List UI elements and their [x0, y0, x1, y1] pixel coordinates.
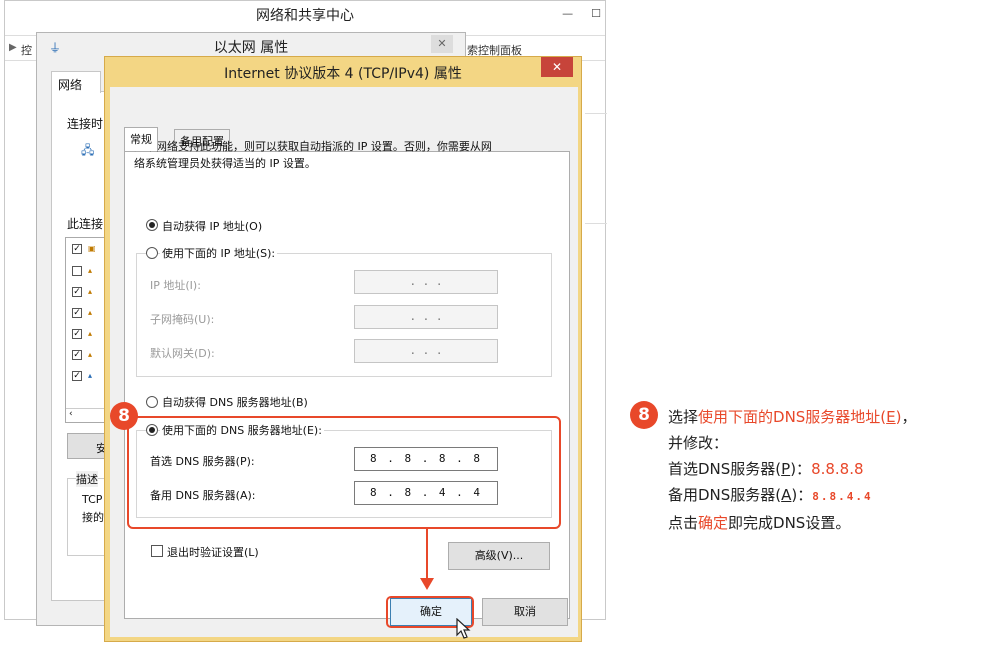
- window-controls: — ☐: [562, 7, 601, 20]
- dialog-title: Internet 协议版本 4 (TCP/IPv4) 属性: [224, 66, 462, 82]
- maximize-icon[interactable]: ☐: [591, 7, 601, 20]
- network-item-icon: ▴: [88, 350, 93, 359]
- divider: [585, 113, 607, 114]
- description-group: 描述 TCP 接的: [67, 471, 107, 556]
- minimize-icon[interactable]: —: [562, 7, 573, 20]
- ip-address-label: IP 地址(I):: [150, 279, 201, 292]
- items-label: 此连接: [67, 217, 104, 231]
- checkbox[interactable]: ✓: [72, 329, 82, 339]
- items-list[interactable]: ✓ ▣ ▴ ✓ ▴ ✓ ▴ ✓ ▴ ✓ ▴ ✓ ▴ ‹: [65, 237, 107, 423]
- network-item-icon: ▴: [88, 266, 93, 275]
- default-gateway-field[interactable]: . . .: [354, 339, 498, 363]
- close-icon[interactable]: ✕: [431, 35, 453, 53]
- checkbox[interactable]: ✓: [72, 287, 82, 297]
- cancel-button[interactable]: 取消: [482, 598, 568, 626]
- dns-highlight-box: [127, 416, 561, 529]
- default-gateway-label: 默认网关(D):: [150, 347, 215, 360]
- intro-text: 如果网络支持此功能，则可以获取自动指派的 IP 设置。否则，你需要从网 络系统管…: [134, 140, 492, 170]
- auto-ip-label: 自动获得 IP 地址(O): [162, 220, 263, 233]
- network-item-icon: ▴: [88, 329, 93, 338]
- description-text: TCP: [82, 493, 103, 506]
- network-item-icon: ▴: [88, 371, 93, 380]
- auto-ip-radio[interactable]: [146, 219, 158, 231]
- checkbox[interactable]: ✓: [72, 350, 82, 360]
- network-item-icon: ▴: [88, 287, 93, 296]
- subnet-mask-label: 子网掩码(U):: [150, 313, 215, 326]
- subnet-mask-field[interactable]: . . .: [354, 305, 498, 329]
- checkbox[interactable]: ✓: [72, 371, 82, 381]
- adapter-icon: 🖧: [81, 143, 95, 157]
- auto-dns-radio[interactable]: [146, 396, 158, 408]
- advanced-button[interactable]: 高级(V)...: [448, 542, 550, 570]
- horizontal-scrollbar[interactable]: ‹: [66, 408, 106, 422]
- mouse-cursor-icon: [456, 618, 471, 639]
- close-icon[interactable]: ✕: [541, 57, 573, 77]
- tab-general[interactable]: 常规: [124, 127, 158, 151]
- description-text: 接的: [82, 511, 104, 524]
- arrow-line: [426, 529, 428, 581]
- window-title: 网络和共享中心: [256, 8, 354, 24]
- auto-dns-label: 自动获得 DNS 服务器地址(B): [162, 396, 308, 409]
- step-line-2: 并修改：: [668, 434, 729, 452]
- checkbox[interactable]: [72, 266, 82, 276]
- step-line-5: 点击确定即完成DNS设置。: [668, 514, 851, 532]
- step-badge: 8: [110, 402, 138, 430]
- validate-on-exit-checkbox[interactable]: [151, 545, 163, 557]
- validate-on-exit-label: 退出时验证设置(L): [167, 546, 259, 559]
- network-item-icon: ▴: [88, 308, 93, 317]
- checkbox[interactable]: ✓: [72, 308, 82, 318]
- window-title: 以太网 属性: [213, 40, 289, 56]
- step-line-3: 首选DNS服务器(P)：8.8.8.8: [668, 460, 864, 478]
- network-item-icon: ▣: [88, 244, 96, 253]
- connect-using-label: 连接时: [67, 117, 104, 131]
- step-line-4: 备用DNS服务器(A)：8.8.4.4: [668, 486, 873, 504]
- checkbox[interactable]: ✓: [72, 244, 82, 254]
- step-line-1: 选择使用下面的DNS服务器地址(E)，: [668, 408, 917, 426]
- use-ip-radio[interactable]: [146, 247, 158, 259]
- tab-network[interactable]: 网络: [51, 71, 101, 93]
- chevron-right-icon: ▶: [9, 42, 17, 53]
- ip-address-field[interactable]: . . .: [354, 270, 498, 294]
- breadcrumb[interactable]: 控: [21, 42, 32, 58]
- step-instructions: 选择使用下面的DNS服务器地址(E)， 并修改： 首选DNS服务器(P)：8.8…: [668, 404, 917, 536]
- install-button[interactable]: 安: [67, 433, 107, 459]
- step-badge-note: 8: [630, 401, 658, 429]
- divider: [585, 223, 607, 224]
- description-label: 描述: [76, 471, 98, 487]
- arrow-down-icon: [420, 578, 434, 590]
- use-ip-label: 使用下面的 IP 地址(S):: [160, 245, 278, 261]
